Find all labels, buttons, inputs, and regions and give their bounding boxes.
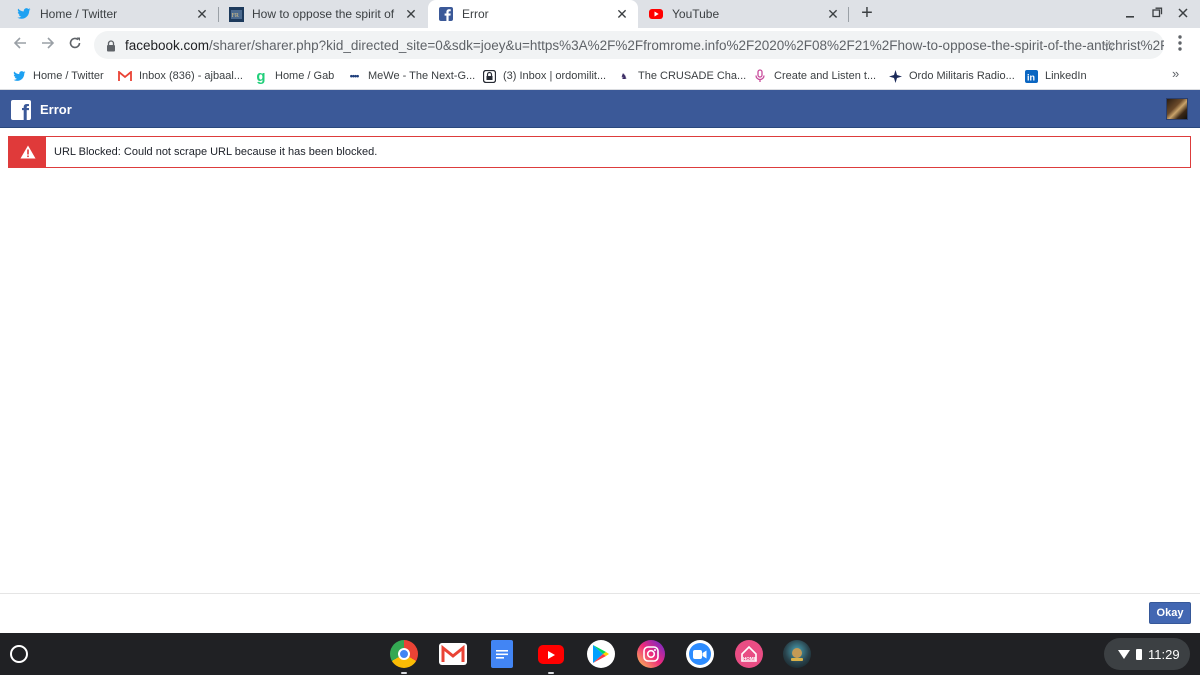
mewe-icon: ••••: [349, 71, 360, 81]
running-indicator: [548, 672, 554, 674]
bookmark-gab[interactable]: g Home / Gab: [254, 66, 334, 86]
bookmark-label: Create and Listen t...: [774, 70, 877, 82]
tab-title: YouTube: [672, 7, 720, 21]
google-docs-icon[interactable]: [491, 640, 513, 668]
os-shelf: HOME: [0, 633, 1200, 675]
bookmark-label: (3) Inbox | ordomilit...: [503, 70, 607, 82]
tab-fromrome-article[interactable]: FR How to oppose the spirit of the A ✕: [219, 0, 427, 28]
home-app-icon[interactable]: HOME: [735, 640, 763, 668]
tab-divider: [848, 7, 849, 22]
facebook-logo-icon[interactable]: f: [11, 100, 31, 120]
close-tab-icon[interactable]: ✕: [825, 6, 841, 22]
footer-divider: [0, 593, 1200, 594]
more-vert-icon: [1178, 35, 1182, 51]
tab-title: Error: [462, 7, 489, 21]
restore-icon: [1151, 7, 1162, 18]
close-window-button[interactable]: [1173, 4, 1193, 24]
bookmark-ordo-militaris[interactable]: Ordo Militaris Radio...: [888, 66, 1015, 86]
close-tab-icon[interactable]: ✕: [614, 6, 630, 22]
address-bar[interactable]: facebook.com/sharer/sharer.php?kid_direc…: [94, 31, 1164, 59]
forward-button[interactable]: [37, 34, 59, 56]
url-text[interactable]: facebook.com/sharer/sharer.php?kid_direc…: [125, 38, 1164, 53]
bookmark-gmail[interactable]: Inbox (836) - ajbaal...: [118, 66, 243, 86]
chrome-menu-button[interactable]: [1172, 34, 1188, 56]
svg-text:HOME: HOME: [743, 656, 757, 661]
bookmark-crusade[interactable]: ♞ The CRUSADE Cha...: [617, 66, 746, 86]
bookmark-mewe[interactable]: •••• MeWe - The Next-G...: [347, 66, 476, 86]
anchor-mic-icon: [753, 69, 767, 83]
back-arrow-icon: [13, 37, 26, 49]
bookmark-label: Inbox (836) - ajbaal...: [139, 70, 243, 82]
browser-toolbar: facebook.com/sharer/sharer.php?kid_direc…: [0, 28, 1200, 62]
url-path: /sharer/sharer.php?kid_directed_site=0&s…: [209, 37, 1164, 53]
forward-arrow-icon: [42, 37, 55, 49]
bookmark-label: LinkedIn: [1045, 70, 1087, 82]
svg-text:FR: FR: [231, 13, 238, 19]
instagram-icon[interactable]: [637, 640, 665, 668]
bookmark-label: Home / Twitter: [33, 70, 104, 82]
tab-twitter[interactable]: Home / Twitter ✕: [0, 0, 218, 28]
error-banner: URL Blocked: Could not scrape URL becaus…: [8, 136, 1191, 168]
lock-icon: [106, 39, 116, 52]
youtube-icon: [648, 6, 664, 22]
bookmark-label: Home / Gab: [275, 70, 335, 82]
launcher-button[interactable]: [10, 645, 28, 663]
zoom-icon[interactable]: [686, 640, 714, 668]
minimize-button[interactable]: [1120, 4, 1140, 24]
bookmark-linkedin[interactable]: in LinkedIn: [1024, 66, 1087, 86]
bookmark-label: The CRUSADE Cha...: [638, 70, 747, 82]
facebook-header: f Error: [0, 90, 1200, 128]
battery-icon: [1136, 648, 1142, 660]
clock: 11:29: [1148, 646, 1180, 662]
svg-text:in: in: [1027, 72, 1035, 82]
page-title: Error: [40, 102, 72, 117]
bookmarks-bar: Home / Twitter Inbox (836) - ajbaal... g…: [0, 62, 1200, 90]
play-store-icon[interactable]: [587, 640, 615, 668]
crusade-icon: ♞: [620, 71, 628, 81]
protonmail-icon: [482, 69, 496, 83]
back-button[interactable]: [9, 34, 31, 56]
facebook-icon: [438, 6, 454, 22]
tab-title: Home / Twitter: [40, 7, 118, 21]
linkedin-icon: in: [1024, 69, 1038, 83]
running-indicator: [401, 672, 407, 674]
tab-youtube[interactable]: YouTube ✕: [639, 0, 849, 28]
cross-icon: [888, 69, 902, 83]
new-tab-button[interactable]: +: [857, 3, 877, 24]
tab-strip: Home / Twitter ✕ FR How to oppose the sp…: [0, 0, 1200, 28]
bookmark-twitter[interactable]: Home / Twitter: [12, 66, 104, 86]
bookmark-label: Ordo Militaris Radio...: [909, 70, 1015, 82]
close-tab-icon[interactable]: ✕: [403, 6, 419, 22]
tab-title: How to oppose the spirit of the A: [252, 7, 397, 21]
fromrome-site-icon: FR: [228, 6, 244, 22]
close-icon: [1178, 8, 1188, 18]
minimize-icon: [1126, 16, 1134, 18]
game-app-icon[interactable]: [783, 640, 811, 668]
avatar[interactable]: [1166, 98, 1188, 120]
gmail-icon: [118, 69, 132, 83]
twitter-bird-icon: [16, 6, 32, 22]
bookmark-anchor[interactable]: Create and Listen t...: [753, 66, 876, 86]
tab-error[interactable]: Error ✕: [428, 0, 638, 28]
twitter-bird-icon: [12, 69, 26, 83]
bookmarks-overflow-icon[interactable]: »: [1172, 66, 1179, 81]
bookmark-label: MeWe - The Next-G...: [368, 70, 476, 82]
gmail-icon[interactable]: [439, 643, 467, 665]
status-tray[interactable]: 11:29: [1104, 638, 1190, 670]
youtube-icon[interactable]: [538, 645, 564, 664]
okay-button[interactable]: Okay: [1149, 602, 1191, 624]
chrome-icon[interactable]: [390, 640, 418, 668]
warning-icon: [9, 137, 46, 167]
url-host: facebook.com: [125, 37, 210, 53]
reload-button[interactable]: [64, 34, 86, 56]
bookmark-star-icon[interactable]: ☆: [1103, 37, 1116, 55]
gab-icon: g: [256, 67, 266, 85]
close-tab-icon[interactable]: ✕: [194, 6, 210, 22]
wifi-icon: [1118, 649, 1130, 659]
restore-button[interactable]: [1147, 4, 1167, 24]
bookmark-protonmail[interactable]: (3) Inbox | ordomilit...: [482, 66, 606, 86]
reload-icon: [69, 37, 81, 49]
error-message: URL Blocked: Could not scrape URL becaus…: [54, 146, 378, 158]
